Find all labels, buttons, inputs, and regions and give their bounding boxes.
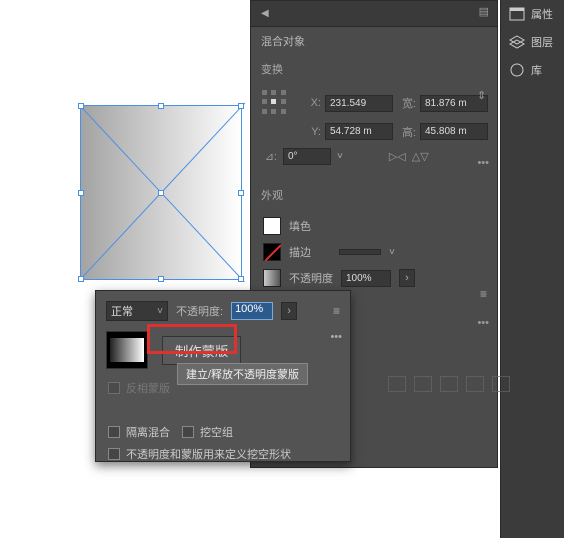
panel-list-icon[interactable]: ≡ bbox=[333, 304, 340, 318]
tab-label: 库 bbox=[531, 62, 542, 78]
invert-mask-label: 反相蒙版 bbox=[126, 380, 170, 396]
reference-point-grid[interactable] bbox=[259, 87, 291, 119]
knockout-checkbox[interactable] bbox=[182, 426, 194, 438]
cc-icon bbox=[509, 63, 525, 77]
mask-thumbnails bbox=[106, 331, 148, 369]
opacity-expand-button[interactable]: › bbox=[399, 269, 415, 287]
isolate-checkbox[interactable] bbox=[108, 426, 120, 438]
isolate-label: 隔离混合 bbox=[126, 424, 170, 440]
make-mask-tooltip: 建立/释放不透明度蒙版 bbox=[177, 363, 308, 385]
opacity-stepper[interactable]: › bbox=[281, 302, 297, 320]
angle-label: ⊿: bbox=[259, 150, 277, 163]
h-value[interactable]: 45.808 m bbox=[420, 123, 488, 140]
make-mask-button[interactable]: 制作蒙版 bbox=[162, 336, 241, 365]
align-top-icon[interactable] bbox=[466, 376, 484, 392]
stroke-weight-value[interactable] bbox=[339, 249, 381, 255]
transparency-top-row: 正常 ˅ 不透明度: 100% › ≡ bbox=[96, 291, 350, 327]
transform-section: X: 231.549 宽: 81.876 m Y: 54.728 m 高: 45… bbox=[251, 83, 497, 144]
opacity-row: 不透明度 100% › bbox=[259, 265, 489, 291]
opacity-input[interactable]: 100% bbox=[231, 302, 273, 320]
align-v-center-icon[interactable] bbox=[492, 376, 510, 392]
tab-label: 属性 bbox=[531, 6, 553, 22]
y-label: Y: bbox=[303, 126, 321, 138]
y-field[interactable]: Y: 54.728 m bbox=[303, 123, 394, 140]
stroke-label: 描边 bbox=[289, 244, 311, 260]
chevron-down-icon: ˅ bbox=[157, 306, 163, 317]
bbox-handle-bl[interactable] bbox=[78, 276, 84, 282]
x-value[interactable]: 231.549 bbox=[325, 95, 393, 112]
opacity-swatch[interactable] bbox=[263, 269, 281, 287]
define-shape-row: 不透明度和蒙版用来定义挖空形状 bbox=[108, 443, 338, 465]
bbox-handle-tr[interactable] bbox=[238, 103, 244, 109]
transparency-more-button[interactable]: ••• bbox=[330, 331, 342, 343]
h-label: 高: bbox=[398, 124, 416, 140]
angle-value[interactable]: 0° bbox=[283, 148, 331, 165]
bbox-handle-mr[interactable] bbox=[238, 190, 244, 196]
layers-icon bbox=[509, 35, 525, 49]
opacity-value[interactable]: 100% bbox=[341, 270, 391, 287]
fill-row: 填色 bbox=[259, 213, 489, 239]
y-value[interactable]: 54.728 m bbox=[325, 123, 393, 140]
chevron-down-icon[interactable]: ˅ bbox=[389, 247, 395, 258]
stroke-row: 描边 ˅ bbox=[259, 239, 489, 265]
properties-icon bbox=[509, 7, 525, 21]
list-icon[interactable]: ≡ bbox=[480, 287, 487, 301]
blend-options: 隔离混合 挖空组 不透明度和蒙版用来定义挖空形状 bbox=[96, 417, 350, 469]
transform-more-button[interactable]: ••• bbox=[477, 157, 489, 169]
w-label: 宽: bbox=[398, 95, 416, 111]
opacity-label: 不透明度 bbox=[289, 270, 333, 286]
panel-menu-button[interactable]: ▤ bbox=[479, 5, 489, 18]
artwork-thumb[interactable] bbox=[106, 331, 148, 369]
flip-vertical-icon[interactable]: △▽ bbox=[412, 150, 429, 163]
align-right-icon[interactable] bbox=[440, 376, 458, 392]
properties-tabs: ◀ bbox=[251, 1, 497, 27]
tab-label: 图层 bbox=[531, 34, 553, 50]
height-field[interactable]: 高: 45.808 m bbox=[398, 123, 489, 140]
bbox-handle-tm[interactable] bbox=[158, 103, 164, 109]
fill-swatch[interactable] bbox=[263, 217, 281, 235]
isolate-blend-row: 隔离混合 挖空组 bbox=[108, 421, 338, 443]
blend-mode-value: 正常 bbox=[111, 303, 133, 319]
bbox-handle-center[interactable] bbox=[158, 190, 164, 196]
flip-horizontal-icon[interactable]: ▷◁ bbox=[389, 150, 406, 163]
knockout-label: 挖空组 bbox=[200, 424, 233, 440]
angle-row: ⊿: 0° ˅ ▷◁ △▽ bbox=[251, 144, 497, 169]
appearance-section: 填色 描边 ˅ 不透明度 100% › bbox=[251, 209, 497, 295]
align-buttons bbox=[378, 366, 564, 402]
align-left-icon[interactable] bbox=[388, 376, 406, 392]
define-shape-checkbox[interactable] bbox=[108, 448, 120, 460]
chevron-icon: ◀ bbox=[261, 8, 269, 19]
width-field[interactable]: 宽: 81.876 m bbox=[398, 95, 489, 112]
chevron-down-icon[interactable]: ˅ bbox=[337, 151, 343, 162]
bbox-handle-br[interactable] bbox=[238, 276, 244, 282]
transform-section-title: 变换 bbox=[251, 55, 497, 83]
layers-panel-tab[interactable]: 图层 bbox=[501, 28, 564, 56]
x-field[interactable]: X: 231.549 bbox=[303, 95, 394, 112]
link-aspect-icon[interactable]: ⇕ bbox=[477, 89, 489, 102]
libraries-panel-tab[interactable]: 库 bbox=[501, 56, 564, 84]
blend-mode-select[interactable]: 正常 ˅ bbox=[106, 301, 168, 321]
bbox-handle-tl[interactable] bbox=[78, 103, 84, 109]
bbox-handle-ml[interactable] bbox=[78, 190, 84, 196]
appearance-section-title: 外观 bbox=[251, 181, 497, 209]
appearance-more-button[interactable]: ••• bbox=[477, 317, 489, 329]
bbox-handle-bm[interactable] bbox=[158, 276, 164, 282]
fill-label: 填色 bbox=[289, 218, 311, 234]
panel-dock: 属性 图层 库 bbox=[500, 0, 564, 538]
stroke-swatch[interactable] bbox=[263, 243, 281, 261]
clip-checkbox bbox=[108, 382, 120, 394]
properties-tab[interactable]: ◀ bbox=[251, 1, 279, 26]
selected-object-bbox[interactable] bbox=[80, 105, 242, 280]
define-shape-label: 不透明度和蒙版用来定义挖空形状 bbox=[126, 446, 291, 462]
align-h-center-icon[interactable] bbox=[414, 376, 432, 392]
properties-panel-tab[interactable]: 属性 bbox=[501, 0, 564, 28]
opacity-label: 不透明度: bbox=[176, 303, 223, 319]
object-type-label: 混合对象 bbox=[251, 27, 497, 55]
x-label: X: bbox=[303, 97, 321, 109]
